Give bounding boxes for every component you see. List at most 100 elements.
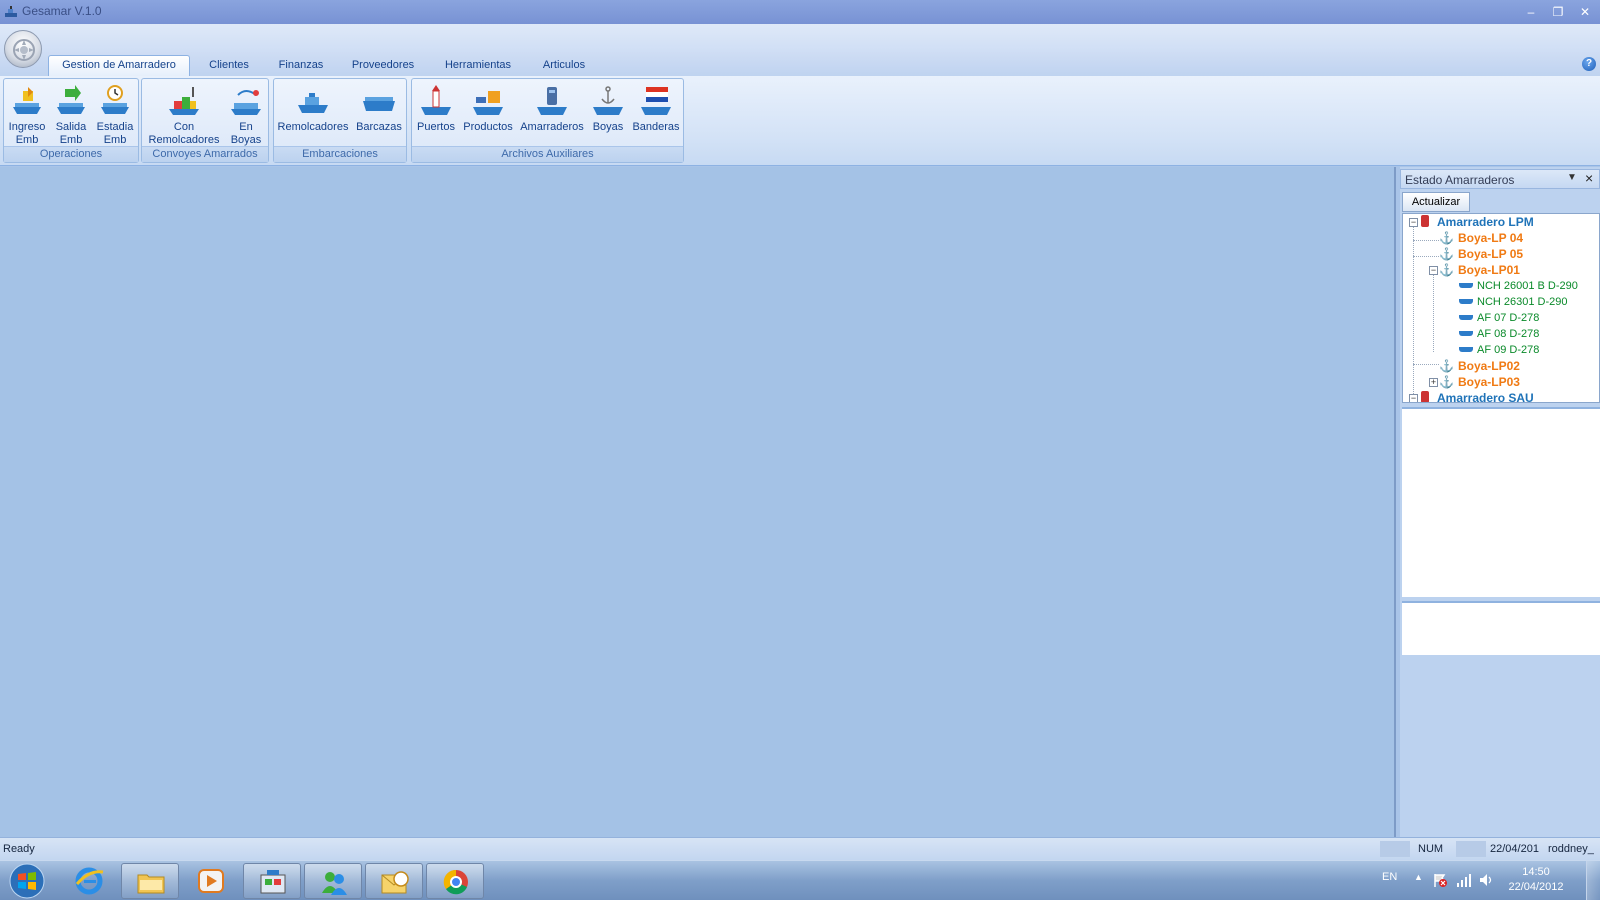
lighthouse-icon (421, 85, 451, 115)
action-center-flag-icon[interactable] (1432, 872, 1448, 888)
refresh-button[interactable]: Actualizar (1402, 192, 1470, 212)
internet-explorer-icon (75, 867, 104, 895)
tree-node-label: Amarradero SAU (1437, 391, 1534, 403)
application-menu-button[interactable] (4, 30, 42, 68)
tree-node-ship[interactable]: NCH 26001 B D-290 (1459, 278, 1578, 294)
ship-clock-icon (101, 85, 129, 114)
banderas-button[interactable]: Banderas (630, 81, 682, 147)
anchor-icon: ⚓ (1439, 247, 1454, 261)
ship-icon (1459, 347, 1473, 352)
tab-clientes[interactable]: Clientes (200, 56, 258, 76)
close-icon[interactable]: × (1585, 170, 1593, 186)
anchor-icon: ⚓ (1439, 359, 1454, 373)
tree-guide-line (1413, 256, 1439, 257)
anchor-icon: ⚓ (1439, 375, 1454, 389)
puertos-button[interactable]: Puertos (414, 81, 458, 147)
cargo-icon (473, 91, 503, 115)
network-icon[interactable] (1456, 872, 1472, 888)
expand-toggle[interactable]: + (1429, 378, 1438, 387)
tree-node-ship[interactable]: AF 07 D-278 (1459, 310, 1539, 326)
collapse-toggle[interactable]: − (1409, 218, 1418, 227)
puertos-label: Puertos (417, 121, 455, 133)
tree-node-label: AF 08 D-278 (1477, 328, 1540, 340)
taskbar-media-player[interactable] (182, 863, 240, 899)
group-archivos-auxiliares: Puertos Productos Amarraderos Boyas Band… (411, 78, 684, 163)
en-boyas-button[interactable]: En Boyas (226, 81, 266, 147)
amarraderos-button[interactable]: Amarraderos (518, 81, 586, 147)
tree-node-amarradero-lpm[interactable]: Amarradero LPM (1421, 214, 1534, 230)
productos-button[interactable]: Productos (460, 81, 516, 147)
taskbar-explorer[interactable] (121, 863, 179, 899)
ship-app-icon (5, 6, 17, 17)
tab-gestion-de-amarradero[interactable]: Gestion de Amarradero (48, 55, 190, 77)
show-hidden-icons-icon[interactable]: ▲ (1414, 872, 1423, 882)
moorings-tree[interactable]: − Amarradero LPM ⚓ Boya-LP 04 ⚓ Boya-LP 05… (1402, 213, 1600, 403)
clock-time: 14:50 (1522, 866, 1550, 878)
tree-node-boya-lp01[interactable]: ⚓ Boya-LP01 (1439, 262, 1520, 278)
barcazas-button[interactable]: Barcazas (354, 81, 404, 147)
estadia-emb-label: Estadia Emb (96, 121, 134, 146)
taskbar-gesamar[interactable] (243, 863, 301, 899)
ship-icon (1459, 299, 1473, 304)
ingreso-emb-button[interactable]: Ingreso Emb (6, 81, 48, 147)
status-bar: Ready NUM 22/04/201 roddney_ (0, 837, 1600, 860)
collapse-toggle[interactable]: − (1429, 266, 1438, 275)
taskbar-messenger[interactable] (304, 863, 362, 899)
tree-node-label: Boya-LP 05 (1457, 247, 1524, 261)
estadia-emb-button[interactable]: Estadia Emb (94, 81, 136, 147)
minimize-button[interactable]: – (1520, 3, 1542, 21)
tree-node-boya-lp03[interactable]: ⚓ Boya-LP03 (1439, 374, 1520, 390)
mdi-workspace[interactable] (0, 167, 1396, 837)
remolcadores-button[interactable]: Remolcadores (276, 81, 350, 147)
taskbar-ie[interactable] (60, 863, 118, 899)
taskbar-outlook[interactable] (365, 863, 423, 899)
start-button[interactable] (5, 862, 49, 900)
boyas-button[interactable]: Boyas (588, 81, 628, 147)
clock-date: 22/04/2012 (1508, 881, 1564, 893)
messenger-icon (322, 872, 347, 895)
pin-icon[interactable]: ▼ (1567, 172, 1577, 183)
barge-icon (363, 97, 395, 111)
tree-guide-line (1413, 226, 1414, 396)
salida-emb-button[interactable]: Salida Emb (50, 81, 92, 147)
group-label-embarcaciones: Embarcaciones (274, 146, 406, 162)
tree-node-label: Amarradero LPM (1437, 215, 1534, 229)
collapse-toggle[interactable]: − (1409, 394, 1418, 402)
taskbar: EN ▲ 14:50 22/04/2012 (0, 860, 1600, 900)
details-pane (1402, 407, 1600, 597)
anchor-icon: ⚓ (1439, 231, 1454, 245)
tab-articulos[interactable]: Articulos (534, 56, 594, 76)
folder-icon (137, 874, 165, 894)
tree-guide-line (1433, 272, 1434, 352)
tree-node-ship[interactable]: AF 09 D-278 (1459, 342, 1539, 358)
tree-node-boya-lp05[interactable]: ⚓ Boya-LP 05 (1439, 246, 1523, 262)
flag-icon (641, 87, 671, 115)
ship-icon (1459, 315, 1473, 320)
tab-proveedores[interactable]: Proveedores (344, 56, 422, 76)
close-button[interactable]: ✕ (1574, 3, 1596, 21)
estado-amarraderos-panel: Estado Amarraderos ▼ × Actualizar − Amar… (1400, 167, 1600, 837)
restore-button[interactable]: ❐ (1547, 3, 1569, 21)
convoy-buoy-icon (231, 90, 261, 115)
status-pane-caps (1380, 841, 1410, 857)
tree-node-label: Boya-LP03 (1457, 375, 1520, 389)
tree-node-ship[interactable]: NCH 26301 D-290 (1459, 294, 1568, 310)
taskbar-chrome[interactable] (426, 863, 484, 899)
tree-node-amarradero-sau[interactable]: Amarradero SAU (1421, 390, 1534, 403)
tab-herramientas[interactable]: Herramientas (434, 56, 522, 76)
anchor-icon (593, 86, 623, 115)
chrome-icon (443, 869, 468, 895)
system-clock[interactable]: 14:50 22/04/2012 (1500, 865, 1572, 895)
tree-node-boya-lp02[interactable]: ⚓ Boya-LP02 (1439, 358, 1520, 374)
gesamar-app-icon (260, 870, 286, 894)
tree-node-ship[interactable]: AF 08 D-278 (1459, 326, 1539, 342)
boyas-label: Boyas (592, 121, 624, 133)
tree-node-boya-lp04[interactable]: ⚓ Boya-LP 04 (1439, 230, 1523, 246)
show-desktop-button[interactable] (1586, 861, 1600, 900)
language-indicator[interactable]: EN (1382, 871, 1397, 883)
title-bar: Gesamar V.1.0 – ❐ ✕ (0, 0, 1600, 24)
con-remolcadores-button[interactable]: Con Remolcadores (146, 81, 222, 147)
tab-finanzas[interactable]: Finanzas (270, 56, 332, 76)
volume-icon[interactable] (1478, 872, 1494, 888)
help-icon[interactable]: ? (1582, 57, 1596, 71)
